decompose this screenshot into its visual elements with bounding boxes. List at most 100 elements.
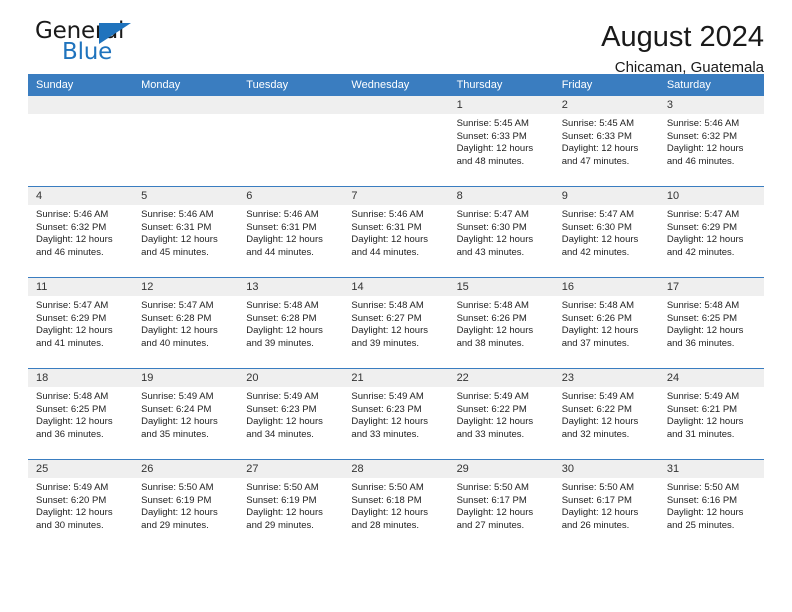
calendar-page: General Blue August 2024 Chicaman, Guate… [0, 0, 792, 612]
calendar-day-cell[interactable]: 18 Sunrise: 5:48 AM Sunset: 6:25 PM Dayligh… [28, 368, 134, 460]
daylight-text-line2: and 42 minutes. [561, 246, 630, 258]
daylight-text-line1: Daylight: 12 hours [561, 416, 639, 428]
calendar-day-cell[interactable]: 25 Sunrise: 5:49 AM Sunset: 6:20 PM Dayligh… [28, 459, 134, 550]
day-number: 6 [238, 187, 344, 205]
title-block: August 2024 Chicaman, Guatemala [601, 18, 764, 79]
calendar-day-cell[interactable]: 10 Sunrise: 5:47 AM Sunset: 6:29 PM Dayligh… [658, 186, 764, 278]
sunset-text: Sunset: 6:26 PM [456, 312, 527, 324]
day-cell-inner: 18 Sunrise: 5:48 AM Sunset: 6:25 PM Dayligh… [28, 369, 134, 459]
sunrise-text: Sunrise: 5:48 AM [561, 300, 635, 311]
day-cell-inner: 14 Sunrise: 5:48 AM Sunset: 6:27 PM Dayligh… [343, 278, 449, 368]
sunrise-text: Sunrise: 5:46 AM [666, 118, 740, 129]
day-cell-inner: 3 Sunrise: 5:46 AM Sunset: 6:32 PM Daylight… [658, 96, 764, 186]
sunrise-text: Sunrise: 5:46 AM [246, 209, 319, 220]
day-sun-info: Sunrise: 5:50 AM Sunset: 6:18 PM Daylight:… [343, 478, 448, 532]
day-number [133, 96, 239, 114]
calendar-day-cell[interactable]: 28 Sunrise: 5:50 AM Sunset: 6:18 PM Dayligh… [343, 459, 449, 550]
sunrise-text: Sunrise: 5:47 AM [141, 300, 214, 311]
sunset-text: Sunset: 6:31 PM [246, 221, 317, 233]
day-cell-inner: 29 Sunrise: 5:50 AM Sunset: 6:17 PM Dayligh… [448, 460, 554, 550]
calendar-day-cell[interactable]: 2 Sunrise: 5:45 AM Sunset: 6:33 PM Daylight… [553, 96, 659, 187]
sunrise-text: Sunrise: 5:49 AM [36, 482, 109, 493]
day-sun-info: Sunrise: 5:48 AM Sunset: 6:25 PM Daylight:… [28, 387, 133, 441]
sunset-text: Sunset: 6:29 PM [36, 312, 107, 324]
calendar-day-cell[interactable]: 7 Sunrise: 5:46 AM Sunset: 6:31 PM Daylight… [343, 186, 449, 278]
calendar-day-cell[interactable]: 27 Sunrise: 5:50 AM Sunset: 6:19 PM Dayligh… [238, 459, 344, 550]
day-sun-info: Sunrise: 5:46 AM Sunset: 6:32 PM Daylight:… [659, 114, 764, 168]
sunset-text: Sunset: 6:16 PM [666, 494, 738, 506]
daylight-text-line2: and 42 minutes. [666, 246, 735, 258]
day-sun-info: Sunrise: 5:45 AM Sunset: 6:33 PM Daylight:… [449, 114, 554, 168]
daylight-text-line1: Daylight: 12 hours [666, 507, 744, 519]
calendar-day-cell[interactable]: 14 Sunrise: 5:48 AM Sunset: 6:27 PM Dayligh… [343, 277, 449, 369]
sunset-text: Sunset: 6:30 PM [456, 221, 527, 233]
day-sun-info: Sunrise: 5:49 AM Sunset: 6:22 PM Daylight:… [449, 387, 554, 441]
sunrise-text: Sunrise: 5:49 AM [456, 391, 529, 402]
calendar-body: 1 Sunrise: 5:45 AM Sunset: 6:33 PM Daylight… [28, 96, 764, 550]
calendar-day-cell[interactable]: 21 Sunrise: 5:49 AM Sunset: 6:23 PM Dayligh… [343, 368, 449, 460]
calendar-day-cell[interactable]: 6 Sunrise: 5:46 AM Sunset: 6:31 PM Daylight… [238, 186, 344, 278]
calendar-day-cell[interactable]: 11 Sunrise: 5:47 AM Sunset: 6:29 PM Dayligh… [28, 277, 134, 369]
sunrise-text: Sunrise: 5:48 AM [246, 300, 319, 311]
sunrise-text: Sunrise: 5:47 AM [456, 209, 529, 220]
calendar-day-cell[interactable]: 16 Sunrise: 5:48 AM Sunset: 6:26 PM Dayligh… [553, 277, 659, 369]
calendar-day-cell[interactable]: 13 Sunrise: 5:48 AM Sunset: 6:28 PM Dayligh… [238, 277, 344, 369]
day-cell-inner: 19 Sunrise: 5:49 AM Sunset: 6:24 PM Dayligh… [133, 369, 239, 459]
day-number: 7 [343, 187, 449, 205]
day-sun-info: Sunrise: 5:47 AM Sunset: 6:28 PM Daylight:… [133, 296, 238, 350]
calendar-day-cell[interactable]: 20 Sunrise: 5:49 AM Sunset: 6:23 PM Dayligh… [238, 368, 344, 460]
calendar-cell-empty [133, 96, 239, 187]
sunset-text: Sunset: 6:28 PM [246, 312, 317, 324]
sunrise-text: Sunrise: 5:47 AM [666, 209, 740, 220]
weekday-header-wednesday: Wednesday [343, 74, 449, 96]
day-cell-inner: 11 Sunrise: 5:47 AM Sunset: 6:29 PM Dayligh… [28, 278, 134, 368]
calendar-day-cell[interactable]: 24 Sunrise: 5:49 AM Sunset: 6:21 PM Dayligh… [658, 368, 764, 460]
calendar-day-cell[interactable]: 9 Sunrise: 5:47 AM Sunset: 6:30 PM Daylight… [553, 186, 659, 278]
calendar-day-cell[interactable]: 8 Sunrise: 5:47 AM Sunset: 6:30 PM Daylight… [448, 186, 554, 278]
day-number: 16 [553, 278, 659, 296]
day-sun-info: Sunrise: 5:48 AM Sunset: 6:26 PM Daylight:… [449, 296, 554, 350]
day-number: 21 [343, 369, 449, 387]
calendar-day-cell[interactable]: 31 Sunrise: 5:50 AM Sunset: 6:16 PM Dayligh… [658, 459, 764, 550]
day-cell-inner: 8 Sunrise: 5:47 AM Sunset: 6:30 PM Daylight… [448, 187, 554, 277]
daylight-text-line1: Daylight: 12 hours [456, 416, 534, 428]
sunrise-text: Sunrise: 5:48 AM [456, 300, 529, 311]
day-cell-inner [133, 96, 239, 186]
daylight-text-line1: Daylight: 12 hours [246, 507, 323, 519]
calendar-day-cell[interactable]: 22 Sunrise: 5:49 AM Sunset: 6:22 PM Dayligh… [448, 368, 554, 460]
day-number: 14 [343, 278, 449, 296]
daylight-text-line2: and 48 minutes. [456, 155, 525, 167]
daylight-text-line1: Daylight: 12 hours [351, 325, 428, 337]
sunrise-text: Sunrise: 5:49 AM [246, 391, 319, 402]
sunset-text: Sunset: 6:32 PM [36, 221, 107, 233]
calendar-day-cell[interactable]: 5 Sunrise: 5:46 AM Sunset: 6:31 PM Daylight… [133, 186, 239, 278]
day-number: 29 [448, 460, 554, 478]
calendar-day-cell[interactable]: 26 Sunrise: 5:50 AM Sunset: 6:19 PM Dayligh… [133, 459, 239, 550]
daylight-text-line2: and 33 minutes. [456, 428, 525, 440]
sunset-text: Sunset: 6:30 PM [561, 221, 632, 233]
calendar-day-cell[interactable]: 23 Sunrise: 5:49 AM Sunset: 6:22 PM Dayligh… [553, 368, 659, 460]
calendar-cell-empty [238, 96, 344, 187]
daylight-text-line1: Daylight: 12 hours [141, 507, 218, 519]
day-sun-info: Sunrise: 5:46 AM Sunset: 6:31 PM Daylight:… [343, 205, 448, 259]
daylight-text-line2: and 29 minutes. [246, 519, 314, 531]
calendar-day-cell[interactable]: 30 Sunrise: 5:50 AM Sunset: 6:17 PM Dayligh… [553, 459, 659, 550]
calendar-day-cell[interactable]: 15 Sunrise: 5:48 AM Sunset: 6:26 PM Dayligh… [448, 277, 554, 369]
daylight-text-line1: Daylight: 12 hours [456, 325, 534, 337]
calendar-day-cell[interactable]: 19 Sunrise: 5:49 AM Sunset: 6:24 PM Dayligh… [133, 368, 239, 460]
calendar-day-cell[interactable]: 12 Sunrise: 5:47 AM Sunset: 6:28 PM Dayligh… [133, 277, 239, 369]
calendar-day-cell[interactable]: 4 Sunrise: 5:46 AM Sunset: 6:32 PM Daylight… [28, 186, 134, 278]
daylight-text-line1: Daylight: 12 hours [561, 143, 639, 155]
general-blue-logo[interactable]: General Blue [28, 18, 148, 70]
calendar-day-cell[interactable]: 17 Sunrise: 5:48 AM Sunset: 6:25 PM Dayligh… [658, 277, 764, 369]
daylight-text-line1: Daylight: 12 hours [141, 234, 218, 246]
day-cell-inner: 9 Sunrise: 5:47 AM Sunset: 6:30 PM Daylight… [553, 187, 659, 277]
daylight-text-line1: Daylight: 12 hours [351, 416, 428, 428]
page-title: August 2024 [601, 21, 764, 53]
calendar-day-cell[interactable]: 29 Sunrise: 5:50 AM Sunset: 6:17 PM Dayligh… [448, 459, 554, 550]
sunrise-text: Sunrise: 5:48 AM [351, 300, 424, 311]
day-cell-inner: 16 Sunrise: 5:48 AM Sunset: 6:26 PM Dayligh… [553, 278, 659, 368]
calendar-day-cell[interactable]: 3 Sunrise: 5:46 AM Sunset: 6:32 PM Daylight… [658, 96, 764, 187]
sunrise-text: Sunrise: 5:45 AM [456, 118, 529, 129]
calendar-day-cell[interactable]: 1 Sunrise: 5:45 AM Sunset: 6:33 PM Daylight… [448, 96, 554, 187]
